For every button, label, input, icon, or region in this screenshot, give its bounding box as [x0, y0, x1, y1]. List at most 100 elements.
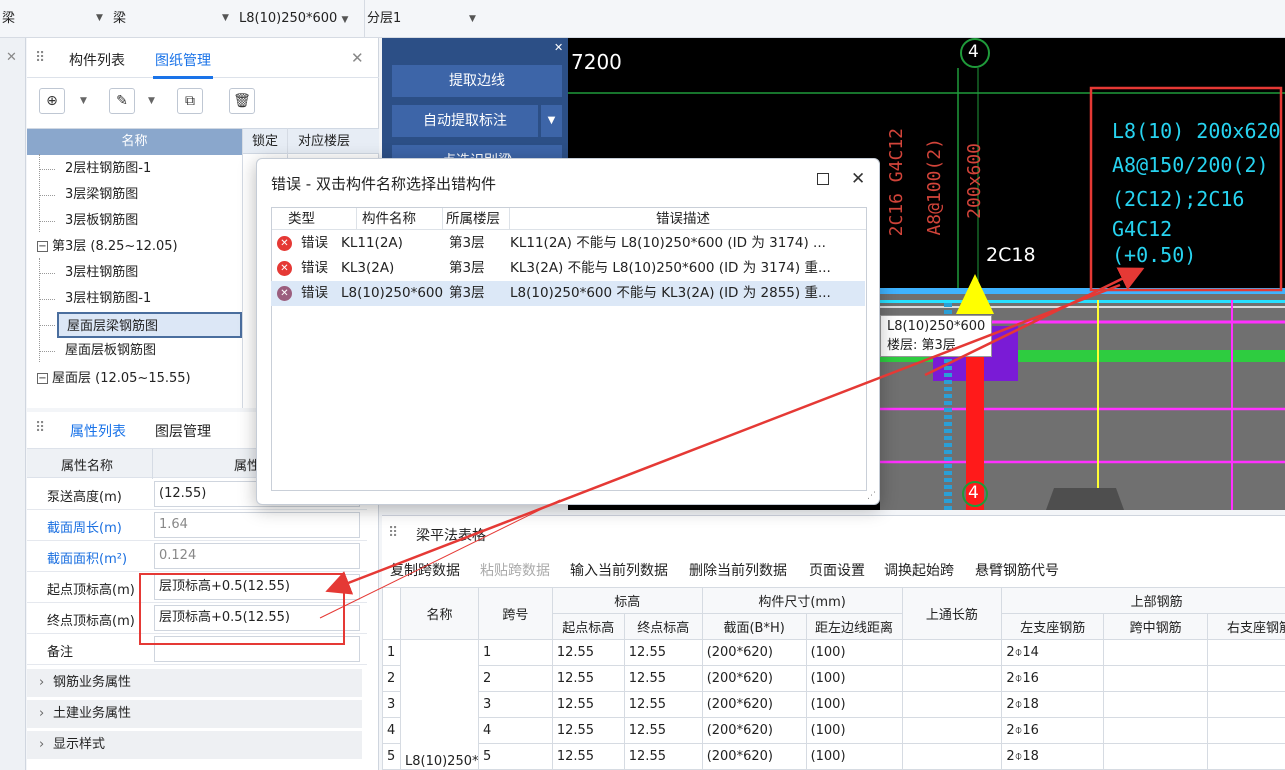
- table-row[interactable]: 5 5 12.55 12.55 (200*620) (100) 2⌽18: [382, 743, 1285, 770]
- edit-drawing-icon[interactable]: ✎: [109, 88, 135, 114]
- tab-drawing-management[interactable]: 图纸管理: [153, 50, 213, 79]
- offset-cell[interactable]: (100): [805, 639, 903, 666]
- table-row[interactable]: 3 3 12.55 12.55 (200*620) (100) 2⌽18: [382, 691, 1285, 718]
- maximize-icon[interactable]: [817, 173, 829, 185]
- tab-property-list[interactable]: 属性列表: [70, 421, 126, 441]
- delete-column-data-button[interactable]: 删除当前列数据: [689, 560, 787, 580]
- top-through-cell[interactable]: [901, 639, 1003, 666]
- span-cell[interactable]: 5: [477, 743, 553, 770]
- layer-dropdown[interactable]: 分层1 ▼: [364, 0, 484, 38]
- drag-handle-icon[interactable]: ⠿: [35, 420, 45, 436]
- offset-cell[interactable]: (100): [805, 691, 903, 718]
- start-elev-cell[interactable]: 12.55: [551, 639, 625, 666]
- mid-span-cell[interactable]: [1103, 717, 1209, 744]
- section-civil[interactable]: 土建业务属性: [27, 700, 362, 728]
- section-cell[interactable]: (200*620): [701, 691, 807, 718]
- span-cell[interactable]: 4: [477, 717, 553, 744]
- end-elev-cell[interactable]: 12.55: [623, 743, 703, 770]
- left-support-cell[interactable]: 2⌽18: [1001, 691, 1105, 718]
- drawing-name: 屋面层梁钢筋图: [57, 312, 242, 338]
- right-support-cell[interactable]: [1207, 743, 1285, 770]
- component-dropdown[interactable]: L8(10)250*600 ▼: [239, 0, 348, 38]
- annotation-line: A8@150/200(2): [1112, 153, 1269, 177]
- error-row-selected[interactable]: ✕ 错误 L8(10)250*600 第3层 L8(10)250*600 不能与…: [271, 281, 865, 306]
- right-support-cell[interactable]: [1207, 691, 1285, 718]
- start-elev-cell[interactable]: 12.55: [551, 665, 625, 692]
- drag-handle-icon[interactable]: ⠿: [388, 525, 398, 541]
- collapse-icon[interactable]: −: [37, 373, 48, 384]
- resize-grip-icon[interactable]: ⋰: [867, 491, 876, 501]
- swap-start-span-button[interactable]: 调换起始跨: [884, 560, 954, 580]
- drag-handle-icon[interactable]: ⠿: [35, 50, 45, 66]
- offset-cell[interactable]: (100): [805, 717, 903, 744]
- chevron-down-icon[interactable]: ▼: [80, 96, 87, 106]
- top-through-cell[interactable]: [901, 717, 1003, 744]
- start-elev-cell[interactable]: 12.55: [551, 717, 625, 744]
- end-elev-cell[interactable]: 12.55: [623, 665, 703, 692]
- offset-cell[interactable]: (100): [805, 665, 903, 692]
- mid-span-cell[interactable]: [1103, 743, 1209, 770]
- highlight-box: [139, 573, 345, 645]
- section-cell[interactable]: (200*620): [701, 743, 807, 770]
- span-cell[interactable]: 1: [477, 639, 553, 666]
- section-cell[interactable]: (200*620): [701, 639, 807, 666]
- mid-span-cell[interactable]: [1103, 665, 1209, 692]
- span-cell[interactable]: 3: [477, 691, 553, 718]
- mid-span-cell[interactable]: [1103, 691, 1209, 718]
- page-setup-button[interactable]: 页面设置: [809, 560, 865, 580]
- copy-span-data-button[interactable]: 复制跨数据: [390, 560, 460, 580]
- table-row[interactable]: 4 4 12.55 12.55 (200*620) (100) 2⌽16: [382, 717, 1285, 744]
- mid-span-cell[interactable]: [1103, 639, 1209, 666]
- right-support-cell[interactable]: [1207, 665, 1285, 692]
- copy-drawing-icon[interactable]: ⧉: [177, 88, 203, 114]
- auto-extract-annotation-button[interactable]: 自动提取标注: [392, 105, 538, 137]
- beam-name-cell[interactable]: L8(10)250*600: [399, 639, 479, 770]
- top-through-cell[interactable]: [901, 665, 1003, 692]
- delete-icon[interactable]: 🗑: [229, 88, 255, 114]
- error-component[interactable]: L8(10)250*600: [341, 281, 443, 306]
- start-elev-cell[interactable]: 12.55: [551, 743, 625, 770]
- input-column-data-button[interactable]: 输入当前列数据: [570, 560, 668, 580]
- right-support-cell[interactable]: [1207, 717, 1285, 744]
- left-support-cell[interactable]: 2⌽16: [1001, 665, 1105, 692]
- end-elev-cell[interactable]: 12.55: [623, 639, 703, 666]
- right-support-cell[interactable]: [1207, 639, 1285, 666]
- tab-component-list[interactable]: 构件列表: [69, 50, 125, 70]
- section-cell[interactable]: (200*620): [701, 665, 807, 692]
- error-component[interactable]: KL11(2A): [341, 231, 403, 256]
- section-rebar[interactable]: 钢筋业务属性: [27, 669, 362, 697]
- span-cell[interactable]: 2: [477, 665, 553, 692]
- start-elev-cell[interactable]: 12.55: [551, 691, 625, 718]
- cantilever-rebar-code-button[interactable]: 悬臂钢筋代号: [975, 560, 1059, 580]
- category-dropdown[interactable]: 梁: [2, 0, 15, 38]
- close-icon[interactable]: ✕: [851, 169, 865, 189]
- section-cell[interactable]: (200*620): [701, 717, 807, 744]
- left-support-cell[interactable]: 2⌽18: [1001, 743, 1105, 770]
- end-elev-cell[interactable]: 12.55: [623, 717, 703, 744]
- type-dropdown[interactable]: 梁: [113, 0, 126, 38]
- chevron-down-icon[interactable]: ▼: [540, 105, 562, 137]
- property-name: 起点顶标高(m): [47, 583, 135, 598]
- add-drawing-icon[interactable]: ⊕: [39, 88, 65, 114]
- extract-edge-button[interactable]: 提取边线: [392, 65, 562, 97]
- left-support-cell[interactable]: 2⌽16: [1001, 717, 1105, 744]
- tab-layer-management[interactable]: 图层管理: [155, 421, 211, 441]
- axis-label-bottom: 4: [968, 483, 979, 503]
- table-row[interactable]: 1L8(10)250*600112.5512.55(200*620)(100)2…: [382, 639, 1285, 770]
- close-icon[interactable]: ✕: [351, 49, 364, 67]
- left-support-cell[interactable]: 2⌽14: [1001, 639, 1105, 666]
- offset-cell[interactable]: (100): [805, 743, 903, 770]
- error-row[interactable]: ✕ 错误 KL11(2A) 第3层 KL11(2A) 不能与 L8(10)250…: [271, 231, 865, 256]
- chevron-down-icon[interactable]: ▼: [148, 96, 155, 106]
- error-component[interactable]: KL3(2A): [341, 256, 394, 281]
- type-value: 梁: [113, 11, 127, 26]
- top-through-cell[interactable]: [901, 743, 1003, 770]
- close-icon[interactable]: ✕: [554, 41, 563, 54]
- end-elev-cell[interactable]: 12.55: [623, 691, 703, 718]
- table-row[interactable]: 2 2 12.55 12.55 (200*620) (100) 2⌽16: [382, 665, 1285, 692]
- top-through-cell[interactable]: [901, 691, 1003, 718]
- close-icon[interactable]: ✕: [6, 50, 17, 65]
- collapse-icon[interactable]: −: [37, 241, 48, 252]
- error-row[interactable]: ✕ 错误 KL3(2A) 第3层 KL3(2A) 不能与 L8(10)250*6…: [271, 256, 865, 281]
- section-display[interactable]: 显示样式: [27, 731, 362, 759]
